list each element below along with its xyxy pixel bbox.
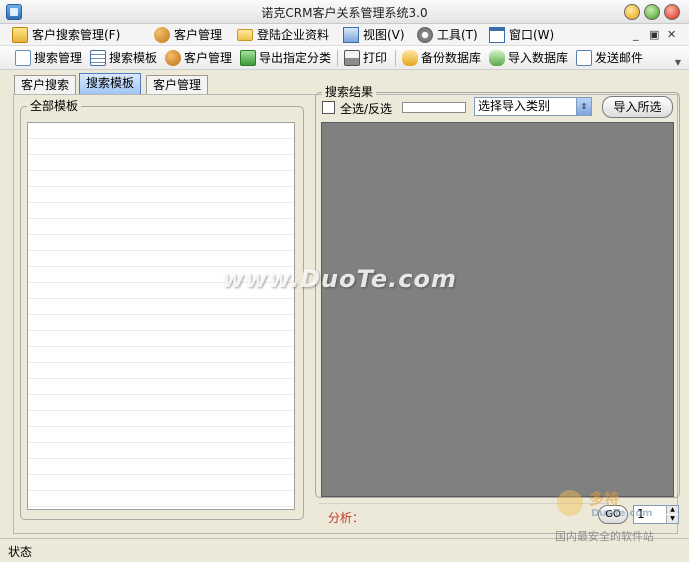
list-item[interactable] (28, 443, 294, 459)
toolbar-label: 搜索模板 (109, 51, 158, 65)
printer-icon (344, 50, 360, 66)
toolbar-print-button[interactable]: 打印 (344, 49, 387, 67)
mdi-close-icon[interactable]: ✕ (667, 28, 676, 41)
tab-search-template[interactable]: 搜索模板 (79, 73, 142, 95)
menu-label: 工具(T) (437, 28, 478, 42)
folder-icon (237, 29, 253, 41)
excel-icon (240, 50, 256, 66)
list-item[interactable] (28, 139, 294, 155)
logo-mascot-icon (557, 490, 583, 516)
menu-label: 视图(V) (363, 28, 405, 42)
progress-bar (402, 102, 466, 113)
logo-brand: 多特 (589, 490, 620, 508)
select-value: 选择导入类别 (478, 99, 551, 113)
tab-customer-manage[interactable]: 客户管理 (146, 75, 209, 95)
list-item[interactable] (28, 203, 294, 219)
toolbar-label: 备份数据库 (421, 51, 482, 65)
list-item[interactable] (28, 395, 294, 411)
list-item[interactable] (28, 347, 294, 363)
watermark: www.DuoTe.com (222, 265, 457, 293)
toolbar-label: 导出指定分类 (259, 51, 332, 65)
users-icon (154, 27, 170, 43)
toolbar-label: 导入数据库 (508, 51, 569, 65)
search-results-area[interactable] (321, 122, 674, 497)
list-item[interactable] (28, 155, 294, 171)
template-icon (90, 50, 106, 66)
select-all-label: 全选/反选 (340, 102, 393, 116)
windows-icon (343, 27, 359, 43)
toolbar-template-button[interactable]: 搜索模板 (90, 49, 157, 67)
list-item[interactable] (28, 315, 294, 331)
select-all-checkbox[interactable] (322, 101, 335, 114)
list-item[interactable] (28, 363, 294, 379)
list-item[interactable] (28, 171, 294, 187)
status-text: 状态 (8, 545, 33, 559)
database-backup-icon (402, 50, 418, 66)
window-title: 诺克CRM客户关系管理系统3.0 (261, 6, 428, 20)
toolbar-label: 发送邮件 (595, 51, 644, 65)
search-manage-icon (15, 50, 31, 66)
toolbar-separator (395, 50, 396, 66)
logo-english: DuoTe.com (591, 508, 653, 519)
list-item[interactable] (28, 219, 294, 235)
toolbar-label: 客户管理 (184, 51, 233, 65)
list-item[interactable] (28, 459, 294, 475)
corner-logo: 多特 DuoTe.com 国内最安全的软件站 (553, 484, 683, 544)
list-item[interactable] (28, 331, 294, 347)
list-item[interactable] (28, 235, 294, 251)
mdi-restore-icon[interactable]: ▣ (649, 28, 659, 41)
toolbar-label: 打印 (363, 51, 388, 65)
mdi-minimize-icon[interactable]: _ (633, 28, 639, 41)
logo-slogan: 国内最安全的软件站 (555, 530, 654, 543)
minimize-button[interactable] (624, 4, 640, 20)
menu-view[interactable]: 视图(V) (343, 26, 405, 44)
import-selected-button[interactable]: 导入所选 (602, 96, 673, 118)
toolbar-export-button[interactable]: 导出指定分类 (240, 49, 331, 67)
toolbar-customer-button[interactable]: 客户管理 (165, 49, 232, 67)
tab-customer-search[interactable]: 客户搜索 (14, 75, 77, 95)
list-item[interactable] (28, 379, 294, 395)
toolbar-overflow-icon[interactable]: ▼ (672, 58, 684, 68)
toolbar-search-manage-button[interactable]: 搜索管理 (15, 49, 82, 67)
title-bar: 诺克CRM客户关系管理系统3.0 (0, 0, 689, 24)
toolbar-separator (337, 50, 338, 66)
list-item[interactable] (28, 411, 294, 427)
toolbar-email-button[interactable]: 发送邮件 (576, 49, 643, 67)
toolbar-import-button[interactable]: 导入数据库 (489, 49, 568, 67)
menu-label: 客户搜索管理(F) (32, 28, 121, 42)
template-list[interactable] (27, 122, 295, 510)
toolbar-backup-button[interactable]: 备份数据库 (402, 49, 481, 67)
close-button[interactable] (664, 4, 680, 20)
list-item[interactable] (28, 123, 294, 139)
menu-label: 窗口(W) (509, 28, 555, 42)
menu-label: 客户管理 (174, 28, 223, 42)
menu-customer-search[interactable]: 客户搜索管理(F) (12, 26, 120, 44)
list-item[interactable] (28, 299, 294, 315)
list-item[interactable] (28, 475, 294, 491)
menu-window[interactable]: 窗口(W) (489, 26, 554, 44)
gear-icon (417, 27, 433, 43)
maximize-button[interactable] (644, 4, 660, 20)
menu-customer-manage[interactable]: 客户管理 (154, 26, 222, 44)
list-item[interactable] (28, 491, 294, 507)
database-import-icon (489, 50, 505, 66)
list-item[interactable] (28, 427, 294, 443)
folder-search-icon (12, 27, 28, 43)
menu-bar: 客户搜索管理(F) 客户管理 登陆企业资料 视图(V) 工具(T) 窗口(W) … (0, 24, 689, 46)
all-templates-label: 全部模板 (27, 99, 82, 113)
window-icon (489, 27, 505, 43)
import-category-select[interactable]: 选择导入类别 ⇕ (474, 97, 592, 116)
analysis-label: 分析： (328, 511, 365, 525)
chevron-down-icon[interactable]: ⇕ (576, 98, 591, 115)
menu-tools[interactable]: 工具(T) (417, 26, 478, 44)
menu-company-login[interactable]: 登陆企业资料 (237, 26, 329, 44)
list-item[interactable] (28, 187, 294, 203)
toolbar: 搜索管理 搜索模板 客户管理 导出指定分类 打印 备份数据库 导入数据库 发送邮… (0, 46, 689, 70)
toolbar-label: 搜索管理 (34, 51, 83, 65)
menu-label: 登陆企业资料 (257, 28, 330, 42)
users-icon (165, 50, 181, 66)
email-icon (576, 50, 592, 66)
search-results-label: 搜索结果 (322, 85, 377, 99)
